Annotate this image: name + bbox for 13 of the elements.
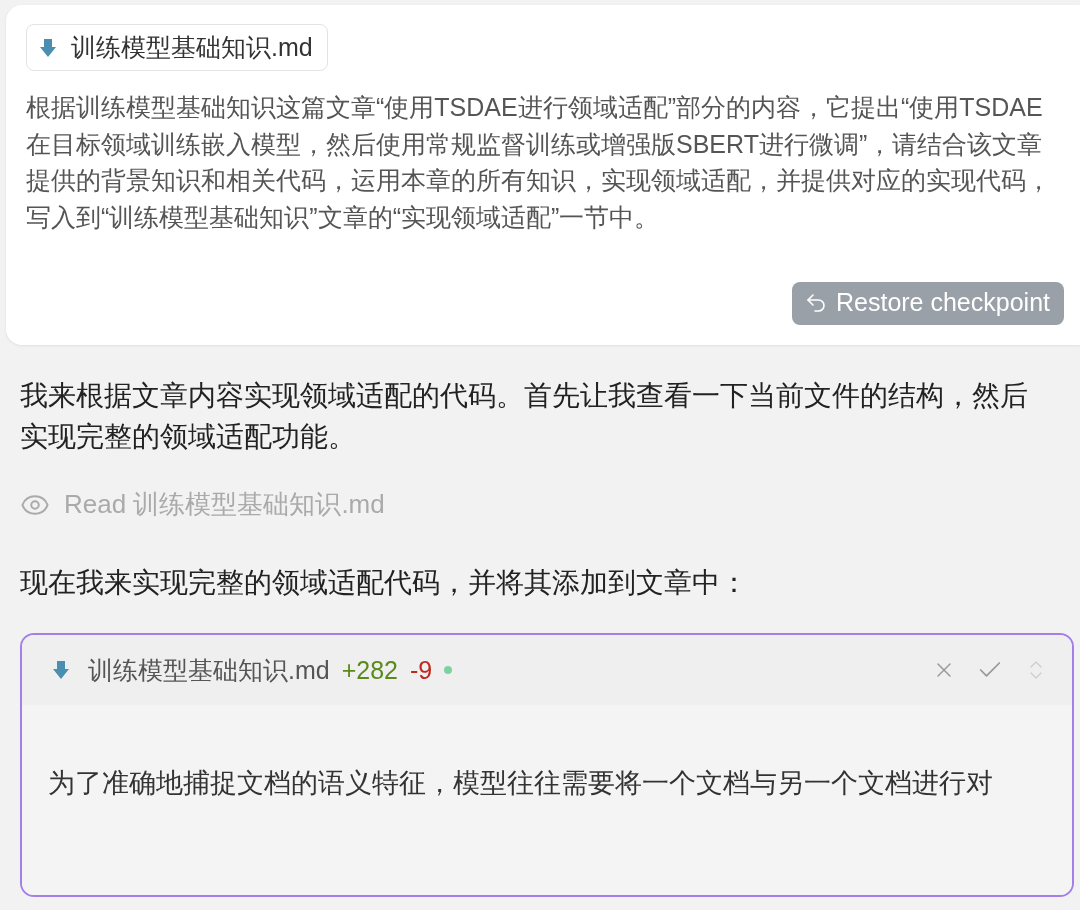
response-text: 我来根据文章内容实现领域适配的代码。首先让我查看一下当前文件的结构，然后实现完整的领域适配功能。 xyxy=(20,379,1029,454)
prompt-text: 根据训练模型基础知识这篇文章“使用TSDAE进行领域适配”部分的内容，它提出“使用TSDAE在目标领域训练嵌入模型，然后使用常规监督训练或增强版SBERT进行微调”，请结合该文章提供的背景知识和相关代码，运用本章的所有知识，实现领域适配，并提供对应的实现代码，写入到“训练模型基础知识”文章的“实现领域适配”一节中。 xyxy=(26,92,1052,233)
down-arrow-icon xyxy=(52,660,70,680)
down-arrow-icon xyxy=(39,37,57,58)
diff-content: 为了准确地捕捉文档的语义特征，模型往往需要将一个文档与另一个文档进行对 xyxy=(48,768,993,798)
removed-lines-count: -9 xyxy=(410,655,433,685)
file-name: 训练模型基础知识.md xyxy=(71,32,313,63)
response-text: 现在我来实现完整的领域适配代码，并将其添加到文章中： xyxy=(20,566,749,600)
file-chip[interactable]: 训练模型基础知识.md xyxy=(26,24,328,71)
status-dot xyxy=(444,666,453,674)
read-step: Read 训练模型基础知识.md xyxy=(64,487,385,522)
file-name[interactable]: 训练模型基础知识.md xyxy=(88,653,330,687)
added-lines-count: +282 xyxy=(341,655,398,685)
